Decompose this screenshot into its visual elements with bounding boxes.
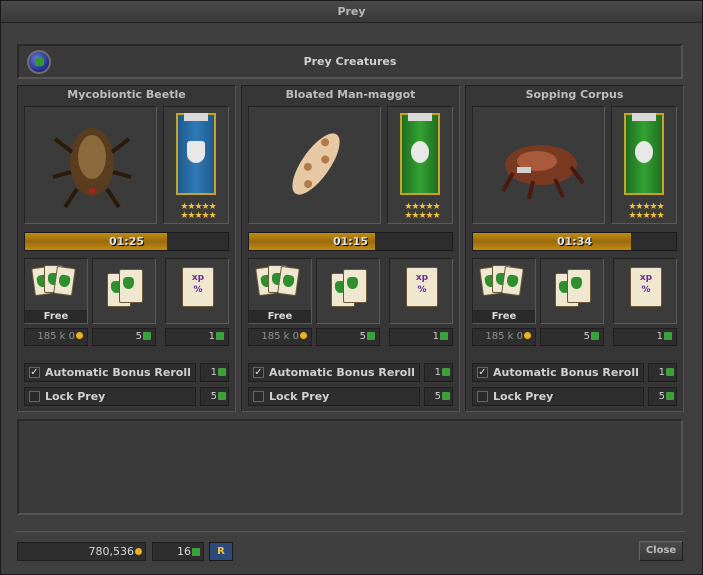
lock-prey-option[interactable]: Lock Prey 5 bbox=[472, 387, 677, 406]
auto-bonus-cost: 1 bbox=[648, 363, 677, 382]
prey-card-icon bbox=[440, 332, 448, 340]
prey-card-icon bbox=[367, 332, 375, 340]
window-title: Prey bbox=[1, 1, 702, 23]
beetle-creature-icon bbox=[52, 128, 132, 209]
lock-prey-checkbox[interactable] bbox=[253, 391, 264, 402]
prey-card-icon bbox=[591, 332, 599, 340]
gold-coin-icon bbox=[300, 332, 307, 339]
prey-card-icon bbox=[192, 548, 200, 556]
bonus-banner-icon bbox=[400, 113, 440, 195]
timer-text: 01:25 bbox=[108, 235, 144, 248]
bonus-stars: ★★★★★ ★★★★★ bbox=[180, 202, 216, 221]
bonus-reroll-price: 5 bbox=[92, 328, 156, 346]
lock-prey-label: Lock Prey bbox=[269, 390, 330, 403]
lock-prey-checkbox[interactable] bbox=[477, 391, 488, 402]
header-title: Prey Creatures bbox=[303, 55, 397, 68]
store-button[interactable]: R bbox=[209, 542, 233, 561]
prey-window: Prey Prey Creatures Mycobiontic Beetle ★… bbox=[0, 0, 703, 575]
creature-portrait bbox=[248, 106, 381, 224]
creature-name: Bloated Man-maggot bbox=[285, 88, 416, 101]
prey-slot-2: Bloated Man-maggot ★★★★★ ★★★★★ 01:15 Fre… bbox=[241, 85, 460, 412]
free-label: Free bbox=[249, 310, 311, 323]
prey-wildcard-balance: 16 bbox=[152, 542, 204, 561]
close-button[interactable]: Close bbox=[639, 541, 683, 561]
prey-timer-bar: 01:34 bbox=[472, 232, 677, 251]
gold-balance: 780,536 bbox=[17, 542, 146, 561]
prey-card-icon bbox=[143, 332, 151, 340]
bonus-stars: ★★★★★ ★★★★★ bbox=[628, 202, 664, 221]
list-reroll-price: 185 k 0 bbox=[24, 328, 88, 346]
bonus-reroll-price: 5 bbox=[540, 328, 604, 346]
lock-prey-cost: 5 bbox=[200, 387, 229, 406]
prey-slot-1: Mycobiontic Beetle ★★★★★ ★★★★★ 01:25 Fre… bbox=[17, 85, 236, 412]
bonus-reroll-button[interactable] bbox=[92, 258, 156, 324]
lock-prey-label: Lock Prey bbox=[493, 390, 554, 403]
lock-prey-checkbox[interactable] bbox=[29, 391, 40, 402]
gold-coin-icon bbox=[524, 332, 531, 339]
select-price: 1 bbox=[165, 328, 229, 346]
corpus-creature-icon bbox=[501, 145, 585, 200]
auto-bonus-checkbox[interactable]: ✓ bbox=[29, 367, 40, 378]
list-reroll-price: 185 k 0 bbox=[248, 328, 312, 346]
gold-coin-icon bbox=[135, 548, 142, 555]
prey-card-icon bbox=[664, 332, 672, 340]
auto-bonus-checkbox[interactable]: ✓ bbox=[253, 367, 264, 378]
prey-card-icon bbox=[216, 332, 224, 340]
list-reroll-price: 185 k 0 bbox=[472, 328, 536, 346]
select-price: 1 bbox=[613, 328, 677, 346]
list-reroll-button[interactable]: Free bbox=[248, 258, 312, 324]
prey-header: Prey Creatures bbox=[17, 44, 683, 79]
bonus-panel: ★★★★★ ★★★★★ bbox=[163, 106, 229, 224]
prey-timer-bar: 01:25 bbox=[24, 232, 229, 251]
xp-card-icon: xp% bbox=[182, 267, 214, 307]
select-prey-button[interactable]: xp% bbox=[389, 258, 453, 324]
auto-bonus-label: Automatic Bonus Reroll bbox=[45, 366, 191, 379]
timer-text: 01:15 bbox=[332, 235, 368, 248]
prey-slot-3: Sopping Corpus ★★★★★ ★★★★★ 01:34 Free xp… bbox=[465, 85, 684, 412]
creature-name: Mycobiontic Beetle bbox=[67, 88, 186, 101]
lock-prey-cost: 5 bbox=[648, 387, 677, 406]
xp-card-icon: xp% bbox=[406, 267, 438, 307]
bonus-banner-icon bbox=[624, 113, 664, 195]
list-reroll-button[interactable]: Free bbox=[472, 258, 536, 324]
bonus-stars: ★★★★★ ★★★★★ bbox=[404, 202, 440, 221]
select-prey-button[interactable]: xp% bbox=[613, 258, 677, 324]
free-label: Free bbox=[25, 310, 87, 323]
bonus-panel: ★★★★★ ★★★★★ bbox=[611, 106, 677, 224]
select-prey-button[interactable]: xp% bbox=[165, 258, 229, 324]
lock-prey-cost: 5 bbox=[424, 387, 453, 406]
auto-bonus-cost: 1 bbox=[424, 363, 453, 382]
bonus-reroll-price: 5 bbox=[316, 328, 380, 346]
bonus-banner-icon bbox=[176, 113, 216, 195]
creature-portrait bbox=[24, 106, 157, 224]
list-reroll-button[interactable]: Free bbox=[24, 258, 88, 324]
lock-prey-label: Lock Prey bbox=[45, 390, 106, 403]
auto-bonus-cost: 1 bbox=[200, 363, 229, 382]
creature-portrait bbox=[472, 106, 605, 224]
auto-bonus-checkbox[interactable]: ✓ bbox=[477, 367, 488, 378]
timer-text: 01:34 bbox=[556, 235, 592, 248]
auto-bonus-reroll-option[interactable]: ✓ Automatic Bonus Reroll 1 bbox=[248, 363, 453, 382]
bonus-panel: ★★★★★ ★★★★★ bbox=[387, 106, 453, 224]
auto-bonus-label: Automatic Bonus Reroll bbox=[493, 366, 639, 379]
auto-bonus-reroll-option[interactable]: ✓ Automatic Bonus Reroll 1 bbox=[24, 363, 229, 382]
auto-bonus-reroll-option[interactable]: ✓ Automatic Bonus Reroll 1 bbox=[472, 363, 677, 382]
gold-coin-icon bbox=[76, 332, 83, 339]
bonus-reroll-button[interactable] bbox=[540, 258, 604, 324]
maggot-creature-icon bbox=[292, 133, 340, 195]
bonus-reroll-button[interactable] bbox=[316, 258, 380, 324]
xp-card-icon: xp% bbox=[630, 267, 662, 307]
select-price: 1 bbox=[389, 328, 453, 346]
auto-bonus-label: Automatic Bonus Reroll bbox=[269, 366, 415, 379]
free-label: Free bbox=[473, 310, 535, 323]
prey-timer-bar: 01:15 bbox=[248, 232, 453, 251]
lock-prey-option[interactable]: Lock Prey 5 bbox=[248, 387, 453, 406]
description-panel bbox=[17, 419, 683, 515]
creature-name: Sopping Corpus bbox=[525, 88, 624, 101]
footer-divider bbox=[15, 531, 685, 532]
lock-prey-option[interactable]: Lock Prey 5 bbox=[24, 387, 229, 406]
